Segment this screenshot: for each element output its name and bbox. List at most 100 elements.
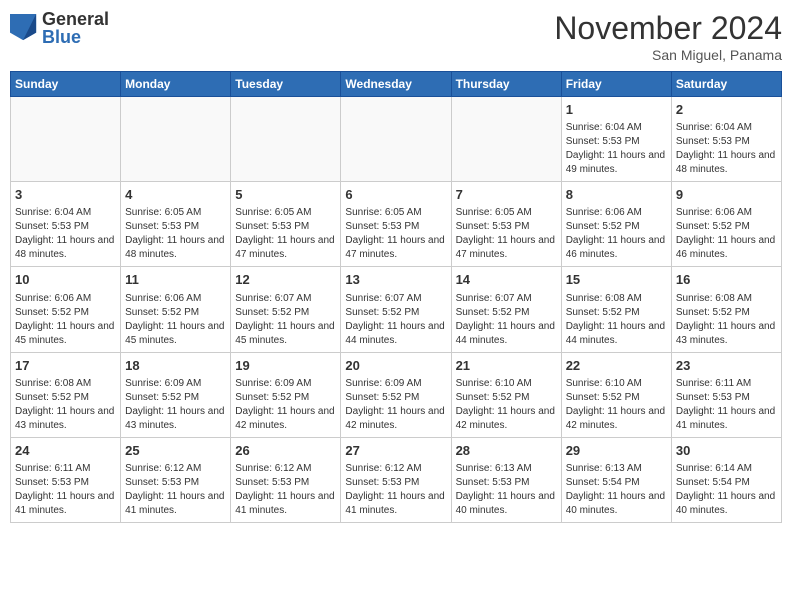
day-number: 7 <box>456 186 557 204</box>
day-info: Daylight: 11 hours and 47 minutes. <box>235 234 336 262</box>
day-number: 25 <box>125 442 226 460</box>
day-number: 19 <box>235 357 336 375</box>
day-info: Sunset: 5:53 PM <box>235 476 336 490</box>
calendar-cell: 21Sunrise: 6:10 AMSunset: 5:52 PMDayligh… <box>451 352 561 437</box>
day-info: Daylight: 11 hours and 45 minutes. <box>235 320 336 348</box>
day-info: Sunset: 5:52 PM <box>235 391 336 405</box>
calendar-cell: 9Sunrise: 6:06 AMSunset: 5:52 PMDaylight… <box>671 182 781 267</box>
day-info: Sunrise: 6:12 AM <box>235 462 336 476</box>
day-number: 27 <box>345 442 446 460</box>
day-info: Sunrise: 6:12 AM <box>345 462 446 476</box>
day-info: Sunset: 5:52 PM <box>676 306 777 320</box>
day-number: 26 <box>235 442 336 460</box>
day-number: 14 <box>456 271 557 289</box>
day-info: Sunset: 5:52 PM <box>566 306 667 320</box>
day-info: Daylight: 11 hours and 43 minutes. <box>15 405 116 433</box>
calendar-cell: 2Sunrise: 6:04 AMSunset: 5:53 PMDaylight… <box>671 97 781 182</box>
day-info: Sunrise: 6:07 AM <box>235 292 336 306</box>
day-number: 5 <box>235 186 336 204</box>
day-number: 4 <box>125 186 226 204</box>
day-info: Sunrise: 6:06 AM <box>125 292 226 306</box>
calendar-header-friday: Friday <box>561 72 671 97</box>
logo-text: General Blue <box>42 10 109 46</box>
day-info: Sunset: 5:54 PM <box>676 476 777 490</box>
calendar-header-tuesday: Tuesday <box>231 72 341 97</box>
page-header: General Blue November 2024 San Miguel, P… <box>10 10 782 63</box>
day-number: 22 <box>566 357 667 375</box>
day-info: Sunrise: 6:04 AM <box>676 121 777 135</box>
day-info: Sunrise: 6:08 AM <box>566 292 667 306</box>
day-info: Daylight: 11 hours and 43 minutes. <box>125 405 226 433</box>
day-number: 6 <box>345 186 446 204</box>
day-info: Daylight: 11 hours and 43 minutes. <box>676 320 777 348</box>
day-number: 15 <box>566 271 667 289</box>
calendar-week-row: 3 Sunrise: 6:04 AM Sunset: 5:53 PM Daylight… <box>11 182 782 267</box>
day-info: Sunset: 5:53 PM <box>456 476 557 490</box>
day-info: Sunrise: 6:05 AM <box>456 206 557 220</box>
day-info: Sunset: 5:52 PM <box>235 306 336 320</box>
day-info: Sunset: 5:52 PM <box>456 306 557 320</box>
day-info: Daylight: 11 hours and 40 minutes. <box>676 490 777 518</box>
day-info: Sunrise: 6:11 AM <box>676 377 777 391</box>
calendar-cell: 1Sunrise: 6:04 AMSunset: 5:53 PMDaylight… <box>561 97 671 182</box>
calendar-cell: 22Sunrise: 6:10 AMSunset: 5:52 PMDayligh… <box>561 352 671 437</box>
day-info: Daylight: 11 hours and 42 minutes. <box>345 405 446 433</box>
day-number: 28 <box>456 442 557 460</box>
day-info: Sunrise: 6:05 AM <box>235 206 336 220</box>
calendar-cell <box>231 97 341 182</box>
calendar-header-wednesday: Wednesday <box>341 72 451 97</box>
month-title: November 2024 <box>554 10 782 47</box>
calendar-cell: 6Sunrise: 6:05 AMSunset: 5:53 PMDaylight… <box>341 182 451 267</box>
day-info: Daylight: 11 hours and 40 minutes. <box>456 490 557 518</box>
day-info: Sunset: 5:52 PM <box>15 306 116 320</box>
logo-blue: Blue <box>42 28 109 46</box>
day-info: Daylight: 11 hours and 48 minutes. <box>676 149 777 177</box>
day-info: Sunset: 5:52 PM <box>456 391 557 405</box>
day-info: Daylight: 11 hours and 41 minutes. <box>235 490 336 518</box>
day-info: Sunset: 5:53 PM <box>676 391 777 405</box>
day-number: 17 <box>15 357 116 375</box>
day-info: Sunrise: 6:09 AM <box>235 377 336 391</box>
day-info: Sunset: 5:52 PM <box>125 391 226 405</box>
day-info: Daylight: 11 hours and 48 minutes. <box>15 234 116 262</box>
day-info: Sunset: 5:52 PM <box>125 306 226 320</box>
day-info: Sunset: 5:53 PM <box>345 220 446 234</box>
day-info: Sunrise: 6:06 AM <box>15 292 116 306</box>
day-info: Sunrise: 6:09 AM <box>125 377 226 391</box>
day-number: 23 <box>676 357 777 375</box>
day-info: Sunrise: 6:07 AM <box>345 292 446 306</box>
day-number: 1 <box>566 101 667 119</box>
calendar-cell: 10Sunrise: 6:06 AMSunset: 5:52 PMDayligh… <box>11 267 121 352</box>
calendar-cell: 18Sunrise: 6:09 AMSunset: 5:52 PMDayligh… <box>121 352 231 437</box>
day-info: Daylight: 11 hours and 41 minutes. <box>676 405 777 433</box>
day-info: Daylight: 11 hours and 46 minutes. <box>676 234 777 262</box>
day-info: Daylight: 11 hours and 42 minutes. <box>235 405 336 433</box>
day-info: Daylight: 11 hours and 44 minutes. <box>456 320 557 348</box>
calendar-cell: 24Sunrise: 6:11 AMSunset: 5:53 PMDayligh… <box>11 437 121 522</box>
title-block: November 2024 San Miguel, Panama <box>554 10 782 63</box>
calendar-header-row: SundayMondayTuesdayWednesdayThursdayFrid… <box>11 72 782 97</box>
day-number: 30 <box>676 442 777 460</box>
day-number: 8 <box>566 186 667 204</box>
day-number: 16 <box>676 271 777 289</box>
day-info: Sunrise: 6:07 AM <box>456 292 557 306</box>
calendar-cell <box>11 97 121 182</box>
calendar-cell: 26 Sunrise: 6:12 AMSunset: 5:53 PMDayligh… <box>231 437 341 522</box>
day-info: Sunset: 5:52 PM <box>566 220 667 234</box>
calendar-cell: 14 Sunrise: 6:07 AMSunset: 5:52 PMDayligh… <box>451 267 561 352</box>
calendar-cell: 30Sunrise: 6:14 AMSunset: 5:54 PMDayligh… <box>671 437 781 522</box>
day-number: 24 <box>15 442 116 460</box>
day-info: Sunset: 5:53 PM <box>456 220 557 234</box>
day-number: 9 <box>676 186 777 204</box>
calendar-cell: 19 Sunrise: 6:09 AMSunset: 5:52 PMDayligh… <box>231 352 341 437</box>
day-info: Sunrise: 6:05 AM <box>345 206 446 220</box>
calendar-cell: 7Sunrise: 6:05 AMSunset: 5:53 PMDaylight… <box>451 182 561 267</box>
calendar-cell: 3Sunrise: 6:04 AMSunset: 5:53 PMDaylight… <box>11 182 121 267</box>
day-info: Sunrise: 6:08 AM <box>676 292 777 306</box>
day-info: Sunrise: 6:06 AM <box>566 206 667 220</box>
day-number: 21 <box>456 357 557 375</box>
day-info: Daylight: 11 hours and 42 minutes. <box>566 405 667 433</box>
calendar-header-thursday: Thursday <box>451 72 561 97</box>
day-info: Sunrise: 6:04 AM <box>15 206 116 220</box>
day-number: 3 <box>15 186 116 204</box>
